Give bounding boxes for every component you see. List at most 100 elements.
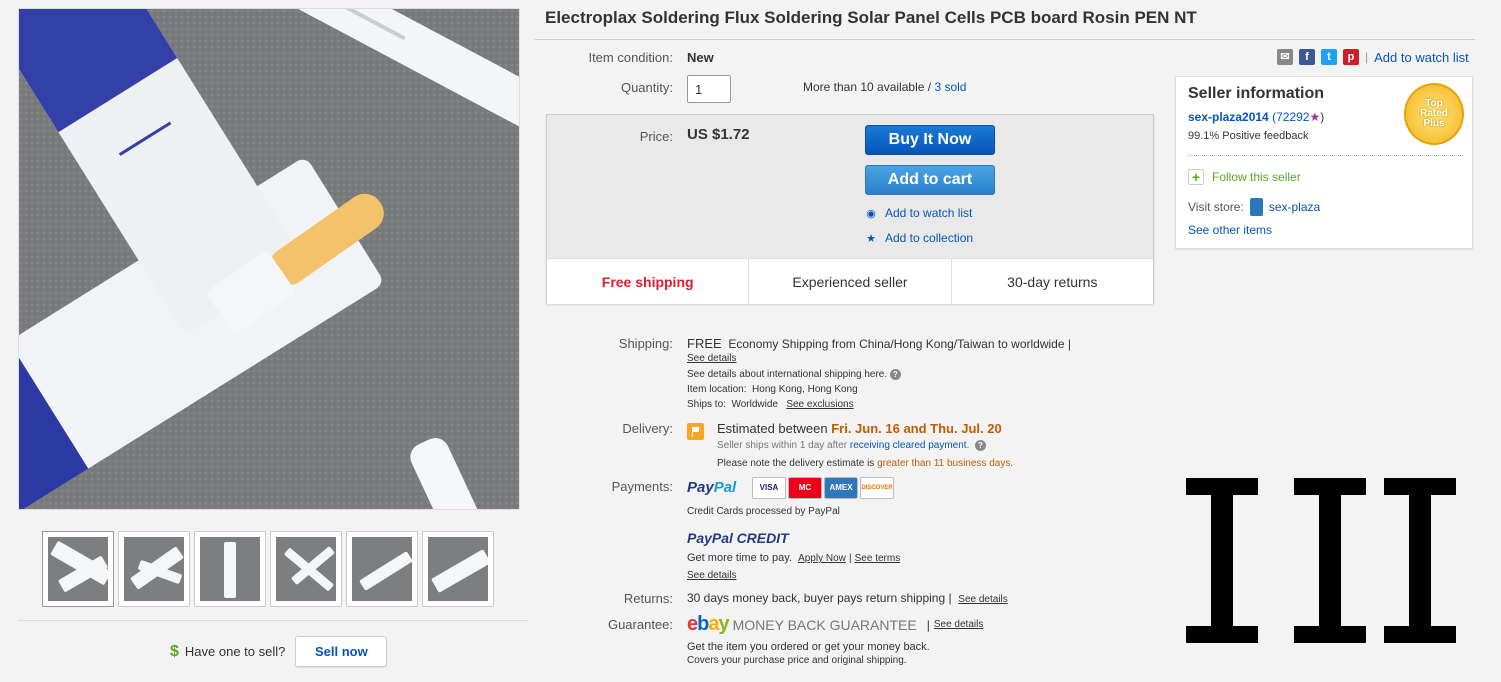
- shipping-service: FREE Economy Shipping from China/Hong Ko…: [687, 336, 1071, 351]
- paypal-logo-part2: Pal: [713, 479, 737, 496]
- facebook-icon[interactable]: f: [1299, 49, 1315, 65]
- see-other-items-link[interactable]: See other items: [1188, 223, 1272, 237]
- available-separator: /: [924, 80, 935, 94]
- paypal-credit-part1: PayPal: [687, 530, 733, 546]
- shipping-see-details-link[interactable]: See details: [687, 353, 736, 364]
- card-logos: VISA MC AMEX DISCOVER: [752, 477, 896, 499]
- glyph-pillar-1: [1186, 478, 1258, 643]
- positive-feedback: 99.1% Positive feedback: [1188, 130, 1309, 142]
- seller-name-link[interactable]: sex-plaza2014: [1188, 110, 1269, 124]
- perk-experienced-seller: Experienced seller: [749, 259, 952, 304]
- apply-now-link[interactable]: Apply Now: [798, 553, 846, 564]
- top-rated-plus-badge: Top Rated Plus: [1404, 83, 1464, 145]
- store-link[interactable]: sex-plaza: [1269, 200, 1320, 214]
- see-exclusions-link[interactable]: See exclusions: [786, 399, 853, 410]
- feedback-star-icon: ★: [1309, 110, 1321, 124]
- available-text: More than 10 available: [803, 80, 925, 94]
- paypal-credit-row: Get more time to pay. Apply Now | See te…: [687, 552, 900, 564]
- credit-cards-processed: Credit Cards processed by PayPal: [687, 506, 840, 517]
- shipping-label: Shipping:: [618, 336, 673, 351]
- store-icon[interactable]: [1249, 198, 1263, 216]
- shipping-service-text: Economy Shipping from China/Hong Kong/Ta…: [728, 337, 1071, 351]
- thumbnail-4[interactable]: [270, 531, 342, 607]
- main-product-image[interactable]: [18, 8, 520, 510]
- sold-link[interactable]: 3 sold: [934, 80, 966, 94]
- mbg-text: MONEY BACK GUARANTEE: [732, 616, 917, 633]
- glyph-pillar-2: [1294, 478, 1366, 643]
- delivery-dates: Fri. Jun. 16 and Thu. Jul. 20: [831, 421, 1002, 436]
- twitter-icon[interactable]: t: [1321, 49, 1337, 65]
- guarantee-line2: Covers your purchase price and original …: [687, 655, 907, 666]
- visit-store-label: Visit store:: [1188, 200, 1244, 214]
- money-back-guarantee: ebay MONEY BACK GUARANTEE | See details: [687, 613, 983, 636]
- feedback-score-end: ): [1320, 110, 1325, 124]
- thumbnail-3[interactable]: [194, 531, 266, 607]
- follow-seller-label: Follow this seller: [1212, 170, 1301, 184]
- follow-seller-link[interactable]: + Follow this seller: [1188, 169, 1301, 185]
- thumbnail-5[interactable]: [346, 531, 418, 607]
- discover-icon: DISCOVER: [860, 477, 894, 499]
- mbg-separator: |: [926, 617, 930, 632]
- handling-text: Seller ships within 1 day after: [717, 440, 848, 452]
- dollar-icon: $: [170, 642, 179, 660]
- perk-30-day-returns: 30-day returns: [1007, 273, 1098, 290]
- more-time-text: Get more time to pay.: [687, 552, 792, 564]
- condition-label: Item condition:: [588, 50, 673, 65]
- sell-now-button[interactable]: Sell now: [295, 636, 388, 667]
- guarantee-see-details-link[interactable]: See details: [934, 619, 983, 630]
- delivery-note-row: Please note the delivery estimate is gre…: [717, 458, 1013, 469]
- handling-row: Seller ships within 1 day after receivin…: [717, 440, 986, 451]
- help-icon[interactable]: ?: [889, 369, 901, 380]
- price-label: Price:: [639, 129, 673, 144]
- paypal-logo: PayPal: [687, 479, 736, 496]
- thumbnail-1[interactable]: [42, 531, 114, 607]
- seller-name-row: sex-plaza2014 (72292★): [1188, 110, 1324, 124]
- seller-divider: [1188, 155, 1463, 156]
- eye-icon: ◉: [866, 207, 876, 220]
- apply-separator: |: [848, 553, 852, 564]
- roman-numeral-iii-glyph: [1186, 478, 1466, 643]
- price-value: US $1.72: [687, 126, 750, 143]
- payments-label: Payments:: [611, 479, 673, 494]
- cleared-payment-link[interactable]: receiving cleared payment: [850, 440, 967, 451]
- ships-to-label: Ships to:: [687, 399, 726, 410]
- thumbnail-2[interactable]: [118, 531, 190, 607]
- returns-see-details-link[interactable]: See details: [958, 594, 1007, 605]
- star-icon: ★: [866, 232, 876, 245]
- title-divider: [535, 39, 1475, 40]
- intl-shipping-row: See details about international shipping…: [687, 369, 901, 380]
- ebay-logo: ebay: [687, 613, 730, 636]
- returns-label: Returns:: [623, 591, 673, 606]
- thumbnail-6[interactable]: [422, 531, 494, 607]
- pinterest-icon[interactable]: p: [1343, 49, 1359, 65]
- email-icon[interactable]: ✉: [1277, 49, 1293, 65]
- sell-prompt: $ Have one to sell? Sell now: [170, 636, 388, 667]
- ebay-logo-e: e: [687, 613, 698, 635]
- buy-it-now-button[interactable]: Buy It Now: [865, 125, 995, 155]
- see-terms-link[interactable]: See terms: [855, 553, 901, 564]
- flag-icon: [687, 423, 704, 440]
- sell-prompt-text: Have one to sell?: [184, 644, 286, 659]
- add-to-collection-link[interactable]: ★ Add to collection: [865, 231, 973, 245]
- payments-see-details-link[interactable]: See details: [687, 570, 736, 581]
- buy-box: Price: US $1.72 Buy It Now Add to cart ◉…: [546, 114, 1154, 304]
- seller-information-box: Seller information sex-plaza2014 (72292★…: [1175, 76, 1473, 249]
- item-location-row: Item location: Hong Kong, Hong Kong: [687, 384, 858, 395]
- add-to-cart-button[interactable]: Add to cart: [865, 165, 995, 195]
- perk-free-shipping: Free shipping: [547, 259, 750, 304]
- visit-store-row: Visit store: sex-plaza: [1188, 198, 1320, 216]
- intl-shipping-note: See details about international shipping…: [687, 369, 888, 381]
- delivery-note: Please note the delivery estimate is: [717, 458, 875, 469]
- visa-icon: VISA: [752, 477, 786, 499]
- returns-text: 30 days money back, buyer pays return sh…: [687, 591, 952, 605]
- delivery-label: Delivery:: [622, 421, 673, 436]
- help-icon[interactable]: ?: [974, 440, 986, 451]
- top-add-to-watch-list-link[interactable]: Add to watch list: [1374, 50, 1469, 65]
- ships-to-row: Ships to: Worldwide See exclusions: [687, 399, 854, 410]
- ebay-logo-a: a: [708, 613, 719, 635]
- paypal-credit-part2: CREDIT: [736, 530, 789, 546]
- feedback-score-link[interactable]: (72292: [1272, 110, 1309, 124]
- delivery-note-emphasis: greater than 11 business days.: [877, 458, 1014, 469]
- add-to-watch-list-link[interactable]: ◉ Add to watch list: [865, 206, 972, 220]
- quantity-input[interactable]: [687, 75, 731, 103]
